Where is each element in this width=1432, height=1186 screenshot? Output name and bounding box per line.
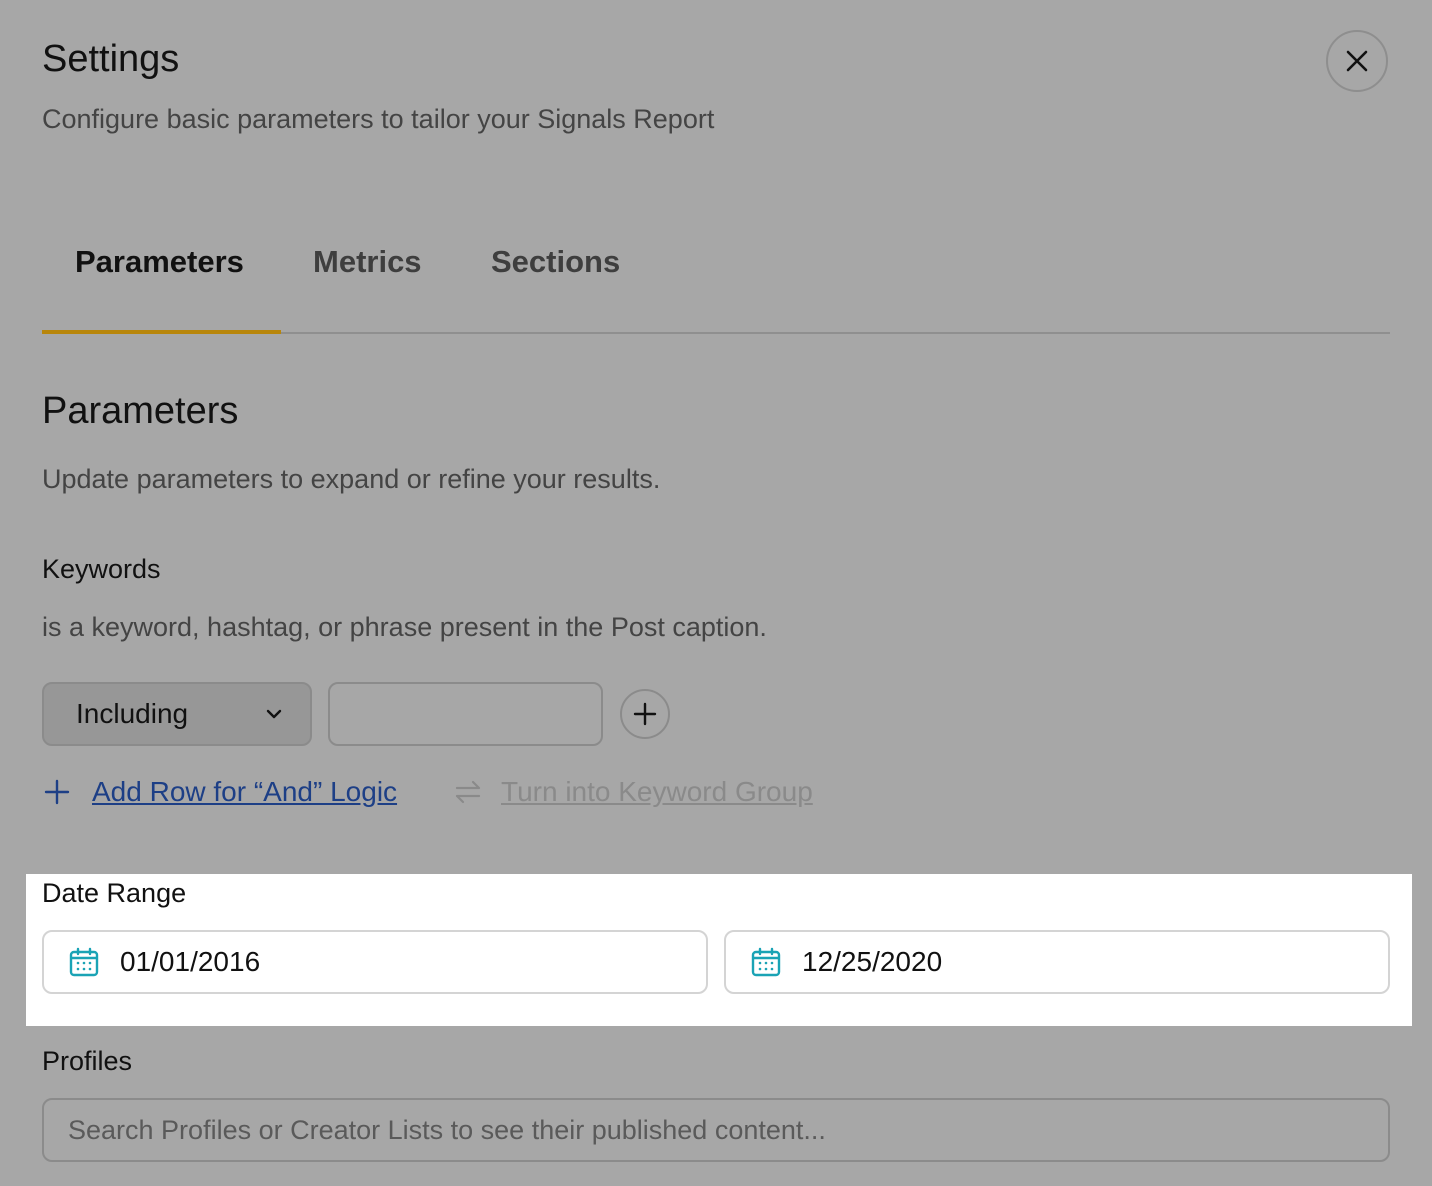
start-date-value: 01/01/2016 [120, 946, 261, 977]
close-button[interactable] [1326, 30, 1388, 92]
keywords-label: Keywords [42, 554, 161, 584]
date-range-label: Date Range [42, 878, 187, 908]
tab-bar: Parameters Metrics Sections [42, 226, 1390, 334]
add-keyword-button[interactable] [620, 689, 670, 739]
tab-parameters[interactable]: Parameters [75, 244, 244, 280]
chevron-down-icon [266, 709, 282, 719]
page-title: Settings [42, 38, 180, 80]
add-row-label: Add Row for “And” Logic [92, 776, 398, 807]
turn-into-keyword-group-link[interactable]: Turn into Keyword Group [453, 776, 813, 808]
convert-arrows-icon [455, 780, 481, 804]
close-icon [1346, 50, 1368, 72]
section-description: Update parameters to expand or refine yo… [42, 464, 661, 494]
start-date-input[interactable]: 01/01/2016 [42, 930, 708, 994]
tab-sections[interactable]: Sections [491, 244, 620, 280]
date-range-section: Date Range 01/01/2016 12/25/2020 [26, 874, 1412, 1026]
section-title: Parameters [42, 390, 239, 432]
keyword-input[interactable] [328, 682, 603, 746]
end-date-value: 12/25/2020 [802, 946, 943, 977]
calendar-icon [751, 947, 781, 977]
page-subtitle: Configure basic parameters to tailor you… [42, 104, 715, 134]
keyword-mode-value: Including [76, 698, 189, 729]
keyword-mode-select[interactable]: Including [42, 682, 312, 746]
end-date-input[interactable]: 12/25/2020 [724, 930, 1390, 994]
active-tab-indicator [42, 330, 281, 334]
plus-icon [44, 779, 70, 805]
profiles-search-input[interactable] [42, 1098, 1390, 1162]
settings-modal: Settings Configure basic parameters to t… [0, 0, 1432, 1186]
calendar-icon [69, 947, 99, 977]
plus-icon [633, 702, 657, 726]
keyword-group-label: Turn into Keyword Group [501, 776, 813, 807]
keywords-help: is a keyword, hashtag, or phrase present… [42, 612, 767, 642]
add-row-and-logic-link[interactable]: Add Row for “And” Logic [44, 776, 397, 808]
tab-metrics[interactable]: Metrics [313, 244, 422, 280]
profiles-label: Profiles [42, 1046, 133, 1076]
